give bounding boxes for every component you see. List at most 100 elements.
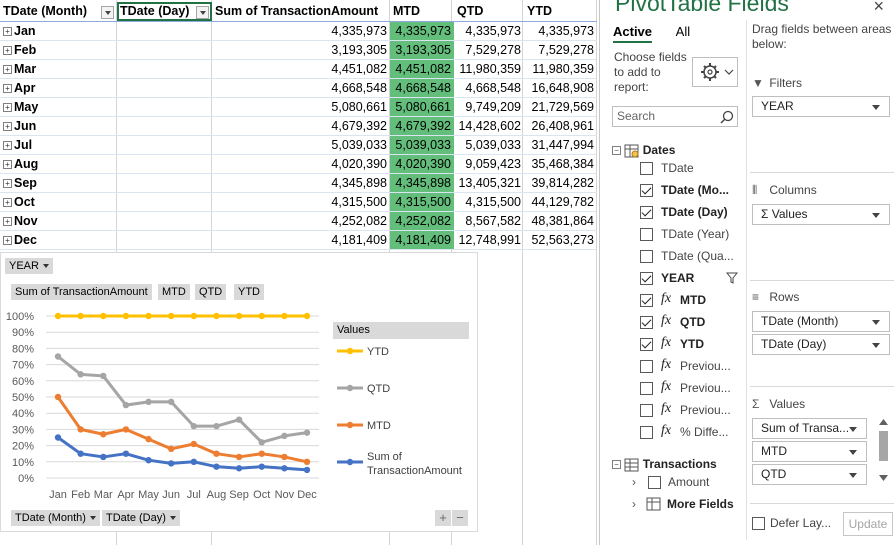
mtd-cell[interactable]: 4,315,500: [390, 192, 454, 212]
qtd-cell[interactable]: 4,668,548: [454, 78, 524, 98]
ytd-cell[interactable]: 52,563,273: [524, 230, 597, 250]
data-point[interactable]: [122, 426, 130, 433]
data-point[interactable]: [145, 398, 152, 406]
values-field-mtd[interactable]: MTD: [752, 441, 867, 462]
data-point[interactable]: [258, 312, 265, 320]
data-point[interactable]: [235, 312, 243, 320]
data-point[interactable]: [281, 465, 288, 472]
data-point[interactable]: [190, 458, 198, 465]
ytd-cell[interactable]: 21,729,569: [524, 97, 597, 117]
data-point[interactable]: [190, 440, 198, 448]
day-cell[interactable]: [117, 40, 212, 60]
header-tdate-day[interactable]: TDate (Day): [117, 2, 212, 22]
ytd-cell[interactable]: 39,814,282: [524, 173, 597, 193]
row-label[interactable]: + Mar: [0, 59, 117, 79]
data-point[interactable]: [213, 450, 220, 457]
data-point[interactable]: [258, 450, 265, 457]
header-qtd[interactable]: QTD: [454, 2, 524, 22]
qtd-cell[interactable]: 9,059,423: [454, 154, 524, 174]
data-point[interactable]: [281, 312, 288, 320]
data-point[interactable]: [213, 463, 220, 470]
expand-icon[interactable]: +: [3, 26, 12, 36]
row-label[interactable]: + Jul: [0, 135, 117, 155]
row-label[interactable]: + Jan: [0, 21, 117, 41]
day-cell[interactable]: [117, 21, 212, 41]
row-label[interactable]: + Jun: [0, 116, 117, 136]
data-point[interactable]: [77, 426, 84, 433]
collapse-field-button[interactable]: −: [452, 510, 468, 526]
expand-icon[interactable]: +: [3, 235, 12, 245]
expand-icon[interactable]: +: [3, 178, 12, 188]
ytd-cell[interactable]: 44,129,782: [524, 192, 597, 212]
field-checkbox[interactable]: [640, 228, 653, 241]
pivot-row[interactable]: + Aug 4,020,390 4,020,390 9,059,423 35,468,38…: [0, 154, 597, 174]
ytd-cell[interactable]: 11,980,359: [524, 59, 597, 79]
columns-field-values[interactable]: Σ Values: [752, 204, 890, 225]
field-checkbox[interactable]: [640, 206, 653, 219]
data-point[interactable]: [167, 398, 175, 406]
data-point[interactable]: [122, 401, 130, 409]
expand-icon[interactable]: +: [3, 45, 12, 55]
field-checkbox[interactable]: [640, 426, 653, 439]
expand-icon[interactable]: +: [3, 159, 12, 169]
day-cell[interactable]: [117, 116, 212, 136]
filter-dropdown-icon[interactable]: [196, 5, 209, 19]
data-point[interactable]: [122, 450, 130, 457]
mtd-cell[interactable]: 3,193,305: [390, 40, 454, 60]
data-point[interactable]: [54, 353, 62, 360]
data-point[interactable]: [258, 439, 265, 446]
data-point[interactable]: [100, 453, 107, 461]
mtd-cell[interactable]: 4,020,390: [390, 154, 454, 174]
mtd-cell[interactable]: 5,080,661: [390, 97, 454, 117]
qtd-cell[interactable]: 13,405,321: [454, 173, 524, 193]
expand-icon[interactable]: +: [3, 140, 12, 150]
worksheet[interactable]: TDate (Month) TDate (Day) Sum of Transac…: [0, 0, 598, 545]
update-button[interactable]: Update: [843, 512, 893, 536]
field-checkbox[interactable]: [640, 338, 653, 351]
values-scrollbar[interactable]: [877, 417, 890, 489]
data-point[interactable]: [190, 422, 198, 430]
pivot-row[interactable]: + Jun 4,679,392 4,679,392 14,428,602 26,408,9…: [0, 116, 597, 136]
field-checkbox[interactable]: [640, 250, 653, 263]
data-point[interactable]: [190, 312, 198, 320]
pivot-row[interactable]: + Nov 4,252,082 4,252,082 8,567,582 48,381,86…: [0, 211, 597, 231]
data-point[interactable]: [281, 432, 288, 440]
pivot-chart[interactable]: YEAR Sum of TransactionAmount MTD QTD YTD V…: [0, 252, 478, 532]
day-cell[interactable]: [117, 173, 212, 193]
expand-icon[interactable]: +: [3, 83, 12, 93]
data-point[interactable]: [167, 445, 175, 453]
ytd-cell[interactable]: 7,529,278: [524, 40, 597, 60]
field-checkbox[interactable]: [648, 476, 661, 489]
sum-cell[interactable]: 4,020,390: [212, 154, 390, 174]
day-cell[interactable]: [117, 135, 212, 155]
data-point[interactable]: [303, 312, 311, 320]
qtd-cell[interactable]: 8,567,582: [454, 211, 524, 231]
data-point[interactable]: [167, 460, 175, 467]
data-point[interactable]: [303, 458, 311, 465]
values-field-sum[interactable]: Sum of Transa...: [752, 418, 867, 439]
data-point[interactable]: [303, 429, 311, 436]
data-point[interactable]: [122, 312, 130, 320]
filter-dropdown-icon[interactable]: [101, 5, 114, 19]
day-cell[interactable]: [117, 78, 212, 98]
field-checkbox[interactable]: [640, 272, 653, 285]
field-checkbox[interactable]: [640, 294, 653, 307]
data-point[interactable]: [281, 453, 288, 461]
sum-cell[interactable]: 4,335,973: [212, 21, 390, 41]
ytd-cell[interactable]: 48,381,864: [524, 211, 597, 231]
values-field-qtd[interactable]: QTD: [752, 464, 867, 485]
header-tdate-month[interactable]: TDate (Month): [0, 2, 117, 22]
data-point[interactable]: [145, 435, 152, 443]
data-point[interactable]: [145, 456, 152, 464]
row-label[interactable]: + Aug: [0, 154, 117, 174]
pivot-row[interactable]: + Apr 4,668,548 4,668,548 4,668,548 16,648,90…: [0, 78, 597, 98]
filters-field-year[interactable]: YEAR: [752, 96, 890, 117]
row-label[interactable]: + May: [0, 97, 117, 117]
sum-cell[interactable]: 4,252,082: [212, 211, 390, 231]
qtd-cell[interactable]: 14,428,602: [454, 116, 524, 136]
expand-icon[interactable]: +: [3, 197, 12, 207]
mtd-cell[interactable]: 4,252,082: [390, 211, 454, 231]
mtd-cell[interactable]: 5,039,033: [390, 135, 454, 155]
data-point[interactable]: [100, 431, 107, 438]
row-label[interactable]: + Sep: [0, 173, 117, 193]
